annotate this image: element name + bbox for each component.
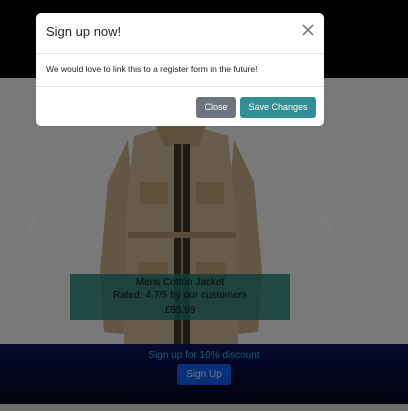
modal-title: Sign up now! bbox=[46, 24, 122, 39]
save-changes-button[interactable]: Save Changes bbox=[240, 97, 316, 118]
modal-header: Sign up now! bbox=[36, 13, 324, 54]
modal-footer: Close Save Changes bbox=[36, 87, 324, 127]
modal-body: We would love to link this to a register… bbox=[36, 54, 324, 87]
signup-modal: Sign up now! We would love to link this … bbox=[36, 13, 324, 126]
close-icon[interactable] bbox=[300, 22, 316, 38]
modal-body-text: We would love to link this to a register… bbox=[46, 64, 258, 74]
close-button[interactable]: Close bbox=[196, 97, 236, 118]
